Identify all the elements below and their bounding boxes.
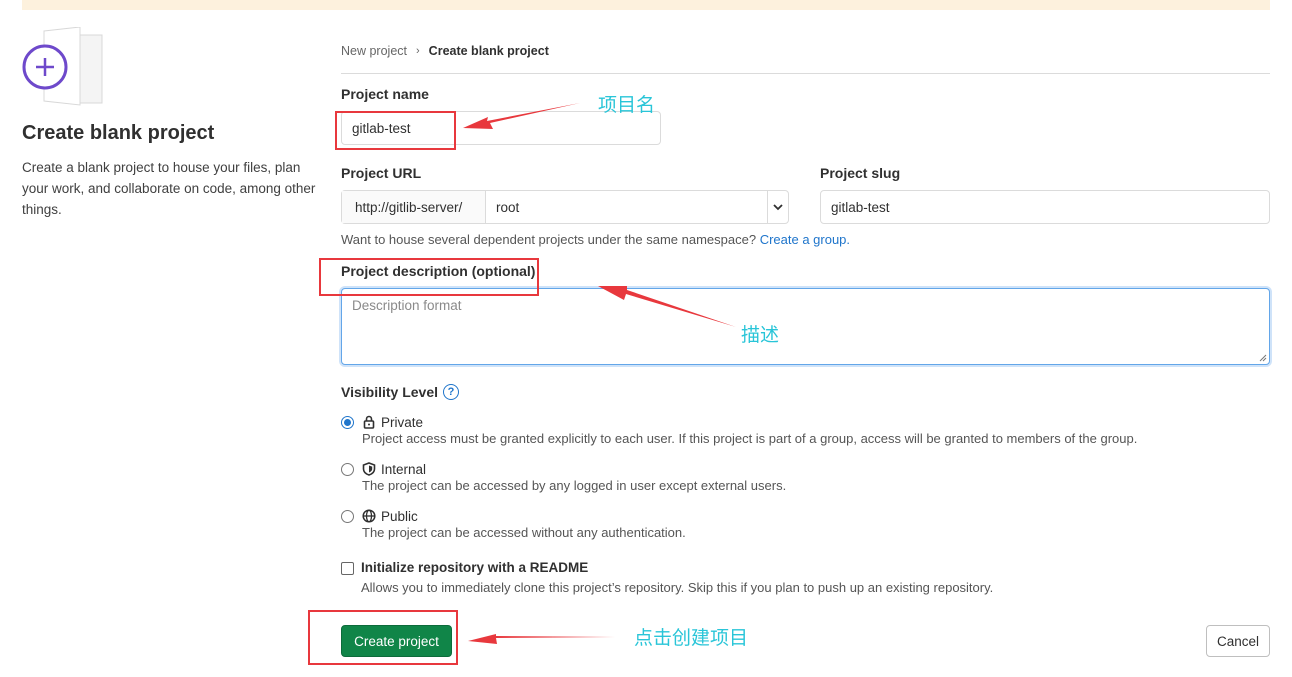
radio-internal[interactable] [341,463,354,476]
namespace-help: Want to house several dependent projects… [341,232,757,247]
readme-option[interactable]: Initialize repository with a README Allo… [341,560,993,595]
breadcrumb-divider [341,73,1270,74]
project-slug-label: Project slug [820,165,901,181]
project-url-group: http://gitlib-server/ root [341,190,789,224]
annotation-text-project-name: 项目名 [598,94,656,116]
project-slug-input[interactable]: gitlab-test [820,190,1270,224]
resize-grip-icon[interactable] [1259,354,1267,362]
project-url-label: Project URL [341,165,422,181]
internal-title: Internal [381,461,427,477]
public-title: Public [381,508,418,524]
visibility-option-internal[interactable]: Internal The project can be accessed by … [341,461,786,493]
breadcrumb-new-project[interactable]: New project [341,44,407,58]
readme-checkbox[interactable] [341,562,354,575]
cancel-button[interactable]: Cancel [1206,625,1270,657]
visibility-label-text: Visibility Level [341,384,439,400]
annotation-box-project-name [335,111,456,150]
top-banner [22,0,1270,10]
project-name-label: Project name [341,86,429,102]
namespace-select[interactable]: root [486,191,767,223]
breadcrumb: New project › Create blank project [341,44,549,58]
left-description: Create a blank project to house your fil… [22,160,316,217]
visibility-option-private[interactable]: Private Project access must be granted e… [341,414,1137,446]
url-prefix: http://gitlib-server/ [342,191,486,223]
visibility-level-label: Visibility Level ? [341,384,460,400]
question-icon[interactable]: ? [443,384,460,400]
radio-private[interactable] [341,416,354,429]
left-title: Create blank project [22,122,215,144]
globe-icon [362,509,376,523]
visibility-option-public[interactable]: Public The project can be accessed witho… [341,508,686,540]
breadcrumb-current: Create blank project [428,44,549,58]
namespace-help-text: Want to house several dependent projects… [341,232,850,247]
description-placeholder: Description format [352,298,462,313]
internal-description: The project can be accessed by any logge… [362,478,787,493]
annotation-box-description [319,258,539,296]
private-title: Private [381,414,424,430]
annotation-arrow-create [468,634,615,644]
chevron-down-icon[interactable] [767,191,788,223]
lock-icon [362,415,376,429]
public-description: The project can be accessed without any … [362,525,686,540]
annotation-text-create: 点击创建项目 [634,627,749,649]
create-group-link[interactable]: Create a group. [760,232,850,247]
project-description-textarea[interactable]: Description format [341,288,1270,365]
annotation-text-description: 描述 [741,324,780,346]
readme-title: Initialize repository with a README [361,560,589,575]
private-description: Project access must be granted explicitl… [362,431,1138,446]
shield-icon [362,462,376,476]
radio-public[interactable] [341,510,354,523]
new-project-illustration [22,26,104,107]
chevron-right-icon: › [416,45,420,57]
annotation-box-create [308,610,458,665]
readme-description: Allows you to immediately clone this pro… [361,580,994,595]
